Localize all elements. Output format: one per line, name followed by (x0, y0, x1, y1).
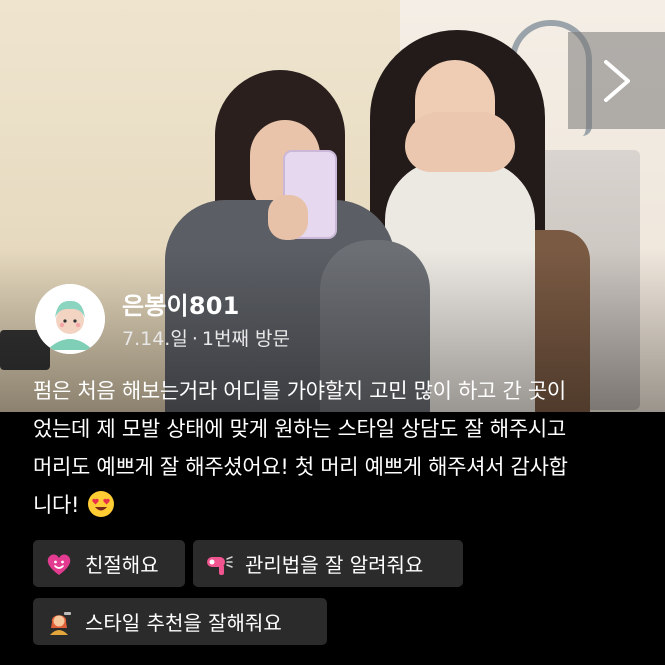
review-line-last: 니다! (33, 486, 648, 524)
keyword-label: 스타일 추천을 잘해줘요 (85, 611, 282, 635)
review-date: 7.14.일 (122, 328, 188, 350)
review-photo[interactable] (0, 0, 665, 412)
visit-count: 1번째 방문 (201, 328, 290, 350)
review-line: 니다! (33, 493, 80, 517)
review-line: 펌은 처음 해보는거라 어디를 가야할지 고민 많이 하고 간 곳이 (33, 379, 566, 403)
next-photo-button[interactable] (568, 32, 665, 129)
avatar[interactable] (35, 284, 105, 354)
stylist-icon (45, 608, 73, 636)
hair-dryer-icon (205, 550, 233, 578)
review-text: 펌은 처음 해보는거라 어디를 가야할지 고민 많이 하고 간 곳이 었는데 제… (33, 372, 648, 524)
chevron-right-icon (603, 59, 630, 102)
heart-eyes-emoji (88, 491, 115, 517)
review-line: 었는데 제 모발 상태에 맞게 원하는 스타일 상담도 잘 해주시고 (33, 417, 566, 441)
keyword-tag-care-guide[interactable]: 관리법을 잘 알려줘요 (193, 540, 463, 587)
review-card: 은봉이801 7.14.일 · 1번째 방문 펌은 처음 해보는거라 어디를 가야할… (0, 0, 665, 665)
keyword-label: 관리법을 잘 알려줘요 (245, 553, 424, 577)
author-name[interactable]: 은봉이801 (122, 286, 240, 321)
keyword-tag-style-recommend[interactable]: 스타일 추천을 잘해줘요 (33, 598, 327, 645)
keyword-tag-kind[interactable]: 친절해요 (33, 540, 185, 587)
meta-separator: · (191, 328, 198, 350)
avatar-icon (35, 284, 105, 354)
heart-face-icon (45, 550, 73, 578)
keyword-label: 친절해요 (85, 553, 159, 577)
review-meta: 7.14.일 · 1번째 방문 (122, 324, 290, 351)
review-line: 머리도 예쁘게 잘 해주셨어요! 첫 머리 예쁘게 해주셔서 감사합 (33, 455, 568, 479)
